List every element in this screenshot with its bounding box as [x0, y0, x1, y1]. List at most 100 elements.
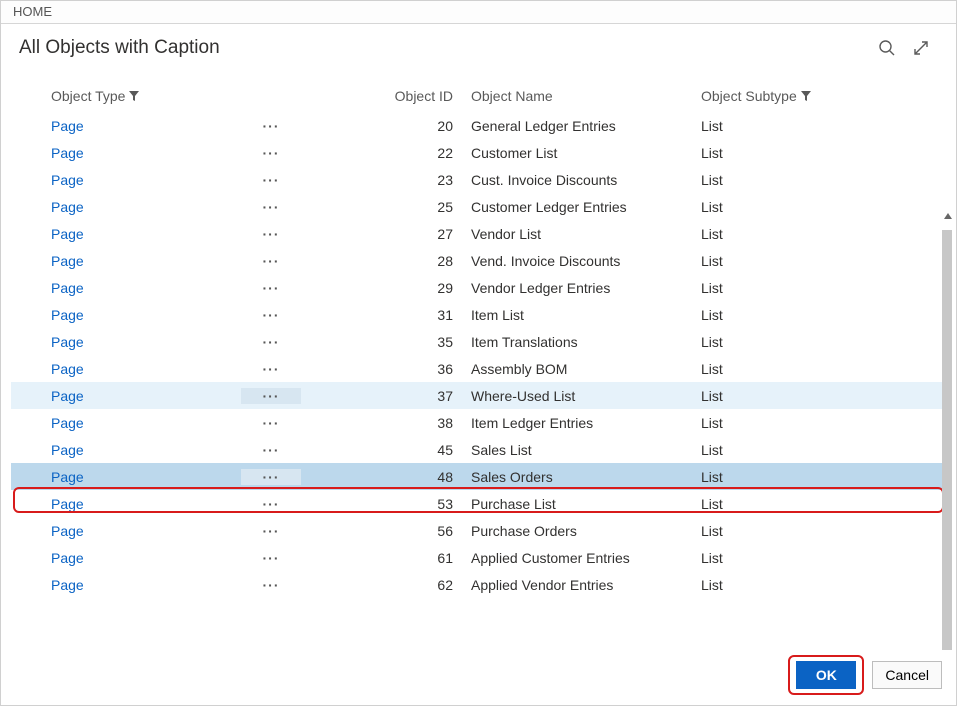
row-actions-button[interactable]: ···: [241, 577, 301, 593]
col-header-type[interactable]: Object Type: [51, 88, 241, 104]
row-actions-button[interactable]: ···: [241, 334, 301, 350]
cell-subtype: List: [701, 253, 901, 269]
row-actions-button[interactable]: ···: [241, 388, 301, 404]
table-row[interactable]: Page···45Sales ListList: [11, 436, 946, 463]
row-actions-button[interactable]: ···: [241, 199, 301, 215]
expand-icon: [911, 38, 931, 58]
row-actions-button[interactable]: ···: [241, 145, 301, 161]
row-actions-button[interactable]: ···: [241, 415, 301, 431]
table-row[interactable]: Page···22Customer ListList: [11, 139, 946, 166]
search-button[interactable]: [870, 34, 904, 62]
cell-type[interactable]: Page: [51, 334, 241, 350]
col-header-subtype[interactable]: Object Subtype: [701, 88, 901, 104]
filter-icon: [801, 91, 811, 101]
table-row[interactable]: Page···56Purchase OrdersList: [11, 517, 946, 544]
table-row[interactable]: Page···38Item Ledger EntriesList: [11, 409, 946, 436]
table-row[interactable]: Page···23Cust. Invoice DiscountsList: [11, 166, 946, 193]
cell-name: Cust. Invoice Discounts: [471, 172, 701, 188]
page-header: All Objects with Caption: [1, 24, 956, 68]
cell-id: 36: [301, 361, 471, 377]
table-row[interactable]: Page···62Applied Vendor EntriesList: [11, 571, 946, 598]
row-actions-button[interactable]: ···: [241, 550, 301, 566]
table-row[interactable]: Page···36Assembly BOMList: [11, 355, 946, 382]
row-actions-button[interactable]: ···: [241, 118, 301, 134]
table-row[interactable]: Page···48Sales OrdersList: [11, 463, 946, 490]
content-area: Object Type Object ID Object Name Object…: [1, 68, 956, 646]
ok-highlight: OK: [788, 655, 864, 695]
table-row[interactable]: Page···61Applied Customer EntriesList: [11, 544, 946, 571]
table-row[interactable]: Page···35Item TranslationsList: [11, 328, 946, 355]
table-row[interactable]: Page···20General Ledger EntriesList: [11, 112, 946, 139]
row-actions-button[interactable]: ···: [241, 442, 301, 458]
scroll-track[interactable]: [940, 224, 956, 706]
table-row[interactable]: Page···31Item ListList: [11, 301, 946, 328]
row-actions-button[interactable]: ···: [241, 280, 301, 296]
row-actions-button[interactable]: ···: [241, 496, 301, 512]
row-actions-button[interactable]: ···: [241, 469, 301, 485]
cell-type[interactable]: Page: [51, 145, 241, 161]
cell-id: 22: [301, 145, 471, 161]
window: HOME All Objects with Caption Object Typ…: [0, 0, 957, 706]
col-header-id-label: Object ID: [395, 88, 453, 104]
cell-name: Customer List: [471, 145, 701, 161]
row-actions-button[interactable]: ···: [241, 226, 301, 242]
vertical-scrollbar[interactable]: [940, 208, 956, 706]
cell-type[interactable]: Page: [51, 496, 241, 512]
cell-type[interactable]: Page: [51, 118, 241, 134]
table-row[interactable]: Page···37Where-Used ListList: [11, 382, 946, 409]
cell-name: Customer Ledger Entries: [471, 199, 701, 215]
cell-name: Applied Customer Entries: [471, 550, 701, 566]
row-actions-button[interactable]: ···: [241, 253, 301, 269]
col-header-name[interactable]: Object Name: [471, 88, 701, 104]
ok-button[interactable]: OK: [796, 661, 856, 689]
cell-type[interactable]: Page: [51, 577, 241, 593]
cell-type[interactable]: Page: [51, 550, 241, 566]
cell-subtype: List: [701, 199, 901, 215]
cell-subtype: List: [701, 226, 901, 242]
cell-id: 35: [301, 334, 471, 350]
cell-type[interactable]: Page: [51, 307, 241, 323]
cell-type[interactable]: Page: [51, 523, 241, 539]
cell-type[interactable]: Page: [51, 469, 241, 485]
row-actions-button[interactable]: ···: [241, 523, 301, 539]
cell-type[interactable]: Page: [51, 442, 241, 458]
cell-subtype: List: [701, 577, 901, 593]
cell-type[interactable]: Page: [51, 253, 241, 269]
cell-type[interactable]: Page: [51, 361, 241, 377]
table-row[interactable]: Page···27Vendor ListList: [11, 220, 946, 247]
table-row[interactable]: Page···29Vendor Ledger EntriesList: [11, 274, 946, 301]
expand-button[interactable]: [904, 34, 938, 62]
table-row[interactable]: Page···28Vend. Invoice DiscountsList: [11, 247, 946, 274]
row-actions-button[interactable]: ···: [241, 172, 301, 188]
cell-subtype: List: [701, 361, 901, 377]
row-actions-button[interactable]: ···: [241, 361, 301, 377]
search-icon: [878, 39, 896, 57]
col-header-actions: [241, 88, 301, 104]
cell-id: 28: [301, 253, 471, 269]
cell-subtype: List: [701, 442, 901, 458]
scroll-up-button[interactable]: [940, 208, 956, 224]
cell-id: 48: [301, 469, 471, 485]
cell-type[interactable]: Page: [51, 199, 241, 215]
cell-subtype: List: [701, 145, 901, 161]
col-header-type-label: Object Type: [51, 88, 125, 104]
ribbon-tab-home[interactable]: HOME: [1, 1, 956, 24]
cell-type[interactable]: Page: [51, 415, 241, 431]
col-header-id[interactable]: Object ID: [301, 88, 471, 104]
cell-id: 61: [301, 550, 471, 566]
row-actions-button[interactable]: ···: [241, 307, 301, 323]
table-row[interactable]: Page···53Purchase ListList: [11, 490, 946, 517]
cell-name: Applied Vendor Entries: [471, 577, 701, 593]
cell-type[interactable]: Page: [51, 280, 241, 296]
cell-subtype: List: [701, 334, 901, 350]
cell-subtype: List: [701, 469, 901, 485]
cell-name: Purchase Orders: [471, 523, 701, 539]
table-row[interactable]: Page···25Customer Ledger EntriesList: [11, 193, 946, 220]
cell-type[interactable]: Page: [51, 172, 241, 188]
cell-id: 56: [301, 523, 471, 539]
cancel-button[interactable]: Cancel: [872, 661, 942, 689]
cell-type[interactable]: Page: [51, 226, 241, 242]
scroll-thumb[interactable]: [942, 230, 952, 650]
cell-type[interactable]: Page: [51, 388, 241, 404]
cell-id: 37: [301, 388, 471, 404]
